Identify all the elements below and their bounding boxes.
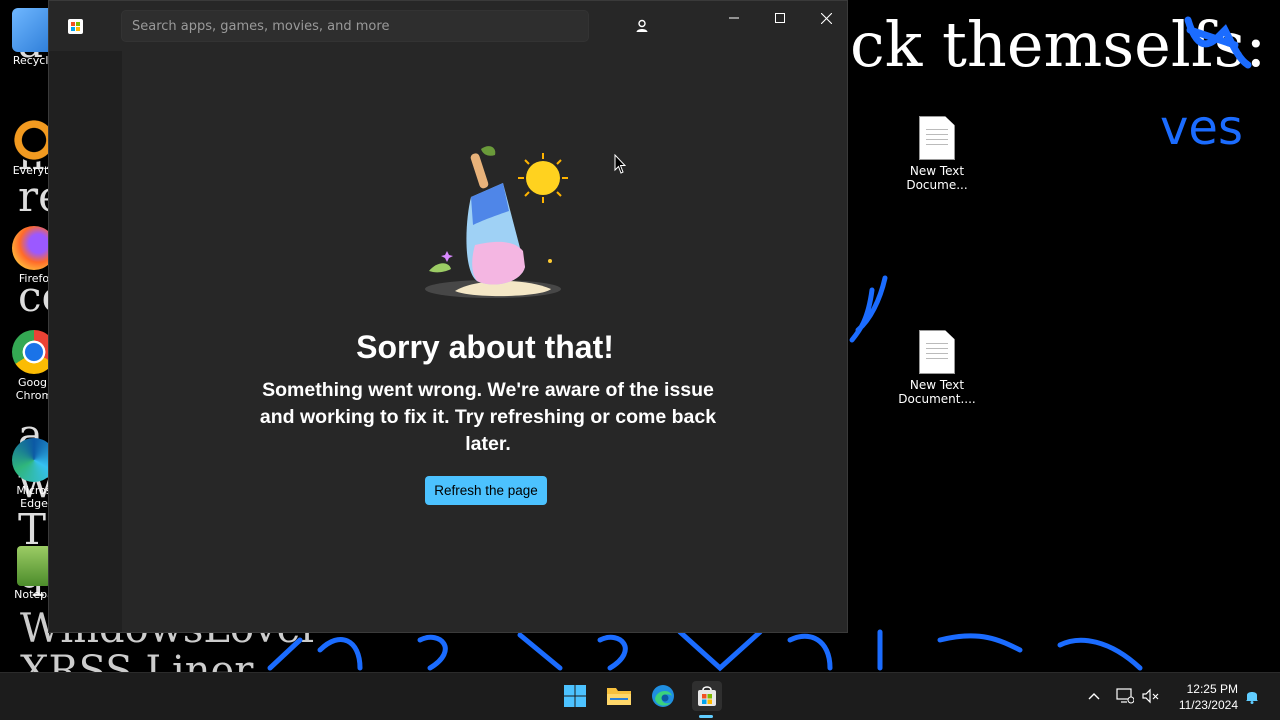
person-icon <box>636 19 648 32</box>
windows-logo-icon <box>564 685 586 707</box>
desktop-file-text-2[interactable]: New Text Document.... <box>897 330 977 406</box>
search-input[interactable] <box>122 11 588 41</box>
store-logo-icon <box>68 19 83 34</box>
store-window: Sorry about that! Something went wrong. … <box>48 0 848 633</box>
store-taskbar-button[interactable] <box>692 681 722 711</box>
wallpaper-heading: ck themselfs: <box>850 8 1267 81</box>
system-clock[interactable]: 12:25 PM 11/23/2024 <box>1160 681 1238 713</box>
store-icon <box>698 686 716 706</box>
melting-popsicle-illustration <box>425 146 568 298</box>
desktop-icon-label: Micros Edge <box>16 484 52 510</box>
notifications-button[interactable] <box>1243 687 1261 705</box>
volume-muted-icon <box>1142 688 1159 704</box>
network-status-button[interactable] <box>1116 687 1134 705</box>
edge-taskbar-button[interactable] <box>648 681 678 711</box>
taskbar: 12:25 PM 11/23/2024 <box>0 672 1280 720</box>
active-app-indicator <box>699 715 713 718</box>
maximize-button[interactable] <box>757 1 803 35</box>
clock-date: 11/23/2024 <box>1178 698 1238 712</box>
edge-icon <box>652 685 674 707</box>
desktop-icon-label: Googl Chrom <box>15 376 53 402</box>
notepad-icon <box>17 546 51 586</box>
maximize-icon <box>775 13 785 23</box>
refresh-page-button[interactable]: Refresh the page <box>425 476 547 505</box>
error-message: Something went wrong. We're aware of the… <box>259 379 717 455</box>
error-title: Sorry about that! <box>356 329 614 365</box>
account-button[interactable] <box>628 12 656 40</box>
handwriting-ves: ves <box>1160 100 1243 156</box>
desktop-file-label: New Text Docume... <box>906 164 968 192</box>
title-bar[interactable] <box>49 1 847 51</box>
clock-time: 12:25 PM <box>1186 682 1238 696</box>
file-explorer-button[interactable] <box>604 681 634 711</box>
bell-icon <box>1246 692 1258 704</box>
nav-sidebar <box>49 51 122 632</box>
minimize-button[interactable] <box>711 1 757 35</box>
chevron-up-icon <box>1088 693 1100 700</box>
error-page: Sorry about that! Something went wrong. … <box>123 51 847 632</box>
desktop-file-label: New Text Document.... <box>898 378 976 406</box>
network-icon <box>1116 688 1134 704</box>
desktop-file-text-1[interactable]: New Text Docume... <box>897 116 977 192</box>
mouse-cursor-icon <box>614 154 626 174</box>
start-button[interactable] <box>560 681 590 711</box>
minimize-icon <box>729 17 739 19</box>
search-box[interactable] <box>121 10 589 42</box>
text-file-icon <box>919 330 955 374</box>
close-button[interactable] <box>803 1 849 35</box>
volume-button[interactable] <box>1142 687 1160 705</box>
show-hidden-icons-button[interactable] <box>1085 687 1103 705</box>
text-file-icon <box>919 116 955 160</box>
desktop-icon-label: Firefo <box>18 272 50 285</box>
folder-icon <box>607 688 631 705</box>
close-icon <box>820 12 832 24</box>
